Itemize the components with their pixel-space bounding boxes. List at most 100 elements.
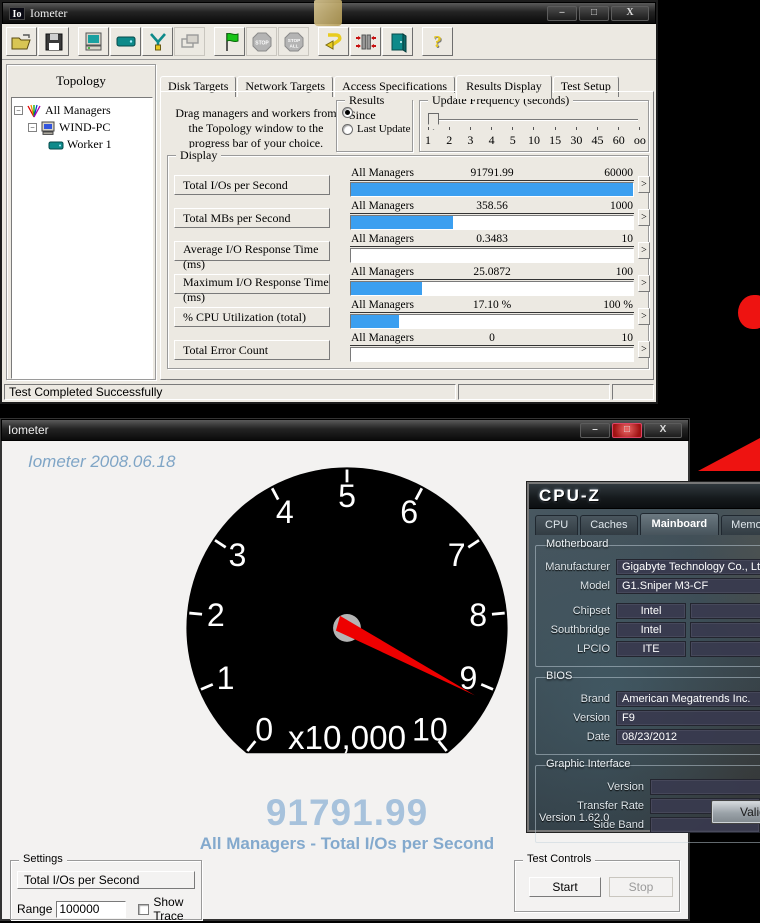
expand-row-button[interactable]: > bbox=[638, 209, 650, 226]
help-question-icon: ? bbox=[433, 31, 442, 51]
window2-title: Iometer bbox=[8, 423, 49, 437]
range-label: Range bbox=[17, 902, 53, 916]
tab-results-display[interactable]: Results Display bbox=[456, 75, 552, 99]
motherboard-label: Motherboard bbox=[546, 538, 609, 550]
svg-text:5: 5 bbox=[338, 478, 356, 514]
progress-bar[interactable] bbox=[350, 281, 634, 296]
expand-row-button[interactable]: > bbox=[638, 242, 650, 259]
maximize-button-highlighted[interactable]: □ bbox=[612, 422, 642, 438]
window1-title: Iometer bbox=[30, 5, 68, 20]
cpuz-titlebar[interactable]: CPU-Z bbox=[529, 484, 760, 509]
worker-drive-icon bbox=[48, 141, 64, 149]
settings-group: Settings Total I/Os per Second Range Sho… bbox=[10, 853, 202, 923]
test-controls-label: Test Controls bbox=[523, 853, 596, 865]
metric-select-button[interactable]: Total I/Os per Second bbox=[17, 871, 195, 889]
progress-bar[interactable] bbox=[350, 314, 634, 329]
window2-titlebar[interactable]: Iometer – □ X bbox=[1, 419, 689, 441]
manager-computer-icon bbox=[41, 121, 55, 135]
progress-bar[interactable] bbox=[350, 347, 634, 362]
update-frequency-group: Update Frequency (seconds) 12 34 5 10 15 3… bbox=[419, 93, 649, 152]
metric-button[interactable]: Total MBs per Second bbox=[174, 208, 330, 228]
chipset-brand: Intel bbox=[616, 603, 686, 619]
svg-text:0: 0 bbox=[255, 711, 273, 747]
connect-manager-button[interactable] bbox=[78, 27, 109, 56]
display-row-avg-response: Average I/O Response Time (ms) All Manag… bbox=[168, 233, 650, 271]
metric-max: 100 bbox=[615, 266, 633, 278]
metric-button[interactable]: Maximum I/O Response Time (ms) bbox=[174, 274, 330, 304]
save-button[interactable] bbox=[38, 27, 69, 56]
slider-tick-labels: 12 34 5 10 15 30 45 60 oo bbox=[425, 133, 646, 147]
close-button[interactable]: X bbox=[611, 5, 649, 21]
collapse-icon[interactable]: − bbox=[14, 106, 23, 115]
frequency-slider[interactable] bbox=[428, 113, 638, 130]
metric-button[interactable]: Total Error Count bbox=[174, 340, 330, 360]
topology-header: Topology bbox=[56, 73, 106, 88]
stop-all-tests-button-disabled[interactable]: STOP ALL bbox=[278, 27, 309, 56]
status-cell-3 bbox=[612, 384, 654, 400]
disk-drive-icon bbox=[116, 36, 135, 46]
disk-worker-button[interactable] bbox=[110, 27, 141, 56]
cpuz-tab-memory[interactable]: Memory bbox=[721, 515, 760, 535]
metric-button[interactable]: Average I/O Response Time (ms) bbox=[174, 241, 330, 271]
model-value: G1.Sniper M3-CF bbox=[616, 578, 760, 594]
cpuz-tab-mainboard[interactable]: Mainboard bbox=[639, 513, 720, 535]
tree-label: All Managers bbox=[45, 103, 111, 117]
radio-last-update[interactable]: Last Update bbox=[342, 123, 412, 135]
metric-button[interactable]: Total I/Os per Second bbox=[174, 175, 330, 195]
exit-button[interactable] bbox=[382, 27, 413, 56]
svg-text:4: 4 bbox=[276, 494, 294, 530]
topology-tree[interactable]: − All Managers − WIND-PC Worker 1 bbox=[11, 97, 153, 379]
chipset-name: Ivy Bridge bbox=[690, 603, 760, 619]
close-button[interactable]: X bbox=[644, 422, 682, 438]
open-file-button[interactable] bbox=[6, 27, 37, 56]
progress-bar[interactable] bbox=[350, 182, 634, 197]
reset-arrow-icon bbox=[324, 32, 341, 50]
expand-row-button[interactable]: > bbox=[638, 341, 650, 358]
io-transfer-icon bbox=[355, 34, 376, 49]
iometer-main-window: Io Iometer – □ X STOP STOP ALL ? Topolog… bbox=[0, 0, 658, 404]
wallpaper-red-shape bbox=[738, 295, 760, 329]
motherboard-group: Motherboard Manufacturer Gigabyte Techno… bbox=[535, 538, 760, 667]
svg-text:6: 6 bbox=[400, 494, 418, 530]
stop-button-disabled[interactable]: Stop bbox=[609, 877, 673, 897]
progress-bar[interactable] bbox=[350, 215, 634, 230]
cpuz-tab-caches[interactable]: Caches bbox=[580, 515, 638, 535]
validate-button[interactable]: Validate bbox=[711, 800, 760, 824]
minimize-button[interactable]: – bbox=[547, 5, 577, 21]
metric-button[interactable]: % CPU Utilization (total) bbox=[174, 307, 330, 327]
collapse-icon[interactable]: − bbox=[28, 123, 37, 132]
start-button[interactable]: Start bbox=[529, 877, 601, 897]
svg-text:2: 2 bbox=[207, 597, 225, 633]
start-tests-button[interactable] bbox=[214, 27, 245, 56]
minimize-button[interactable]: – bbox=[580, 422, 610, 438]
settings-label: Settings bbox=[19, 853, 67, 865]
show-trace-checkbox[interactable] bbox=[138, 903, 150, 915]
copy-button-disabled[interactable] bbox=[174, 27, 205, 56]
save-floppy-icon bbox=[45, 33, 62, 50]
network-worker-button[interactable] bbox=[142, 27, 173, 56]
toolbar: STOP STOP ALL ? bbox=[2, 24, 656, 60]
maximize-button[interactable]: □ bbox=[579, 5, 609, 21]
tree-item-worker-1[interactable]: Worker 1 bbox=[14, 136, 150, 153]
progress-bar[interactable] bbox=[350, 248, 634, 263]
radio-icon bbox=[342, 106, 353, 118]
lpcio-brand: ITE bbox=[616, 641, 686, 657]
all-managers-icon bbox=[27, 104, 41, 117]
tree-label: WIND-PC bbox=[59, 120, 111, 134]
expand-row-button[interactable]: > bbox=[638, 275, 650, 292]
manufacturer-value: Gigabyte Technology Co., Ltd. bbox=[616, 559, 760, 575]
display-row-error-count: Total Error Count All Managers 0 10 > bbox=[168, 332, 650, 365]
reset-workers-button[interactable] bbox=[318, 27, 349, 56]
cpuz-tab-cpu[interactable]: CPU bbox=[535, 515, 579, 535]
expand-row-button[interactable]: > bbox=[638, 176, 650, 193]
lpcio-name: IT8728 bbox=[690, 641, 760, 657]
stop-test-button-disabled[interactable]: STOP bbox=[246, 27, 277, 56]
range-input[interactable] bbox=[56, 900, 127, 918]
io-drives-button[interactable] bbox=[350, 27, 381, 56]
expand-row-button[interactable]: > bbox=[638, 308, 650, 325]
tree-item-wind-pc[interactable]: − WIND-PC bbox=[14, 119, 150, 136]
help-button[interactable]: ? bbox=[422, 27, 453, 56]
tree-item-all-managers[interactable]: − All Managers bbox=[14, 102, 150, 119]
iometer-version-label: Iometer 2008.06.18 bbox=[28, 452, 176, 471]
stop-sign-icon: STOP bbox=[252, 32, 271, 51]
